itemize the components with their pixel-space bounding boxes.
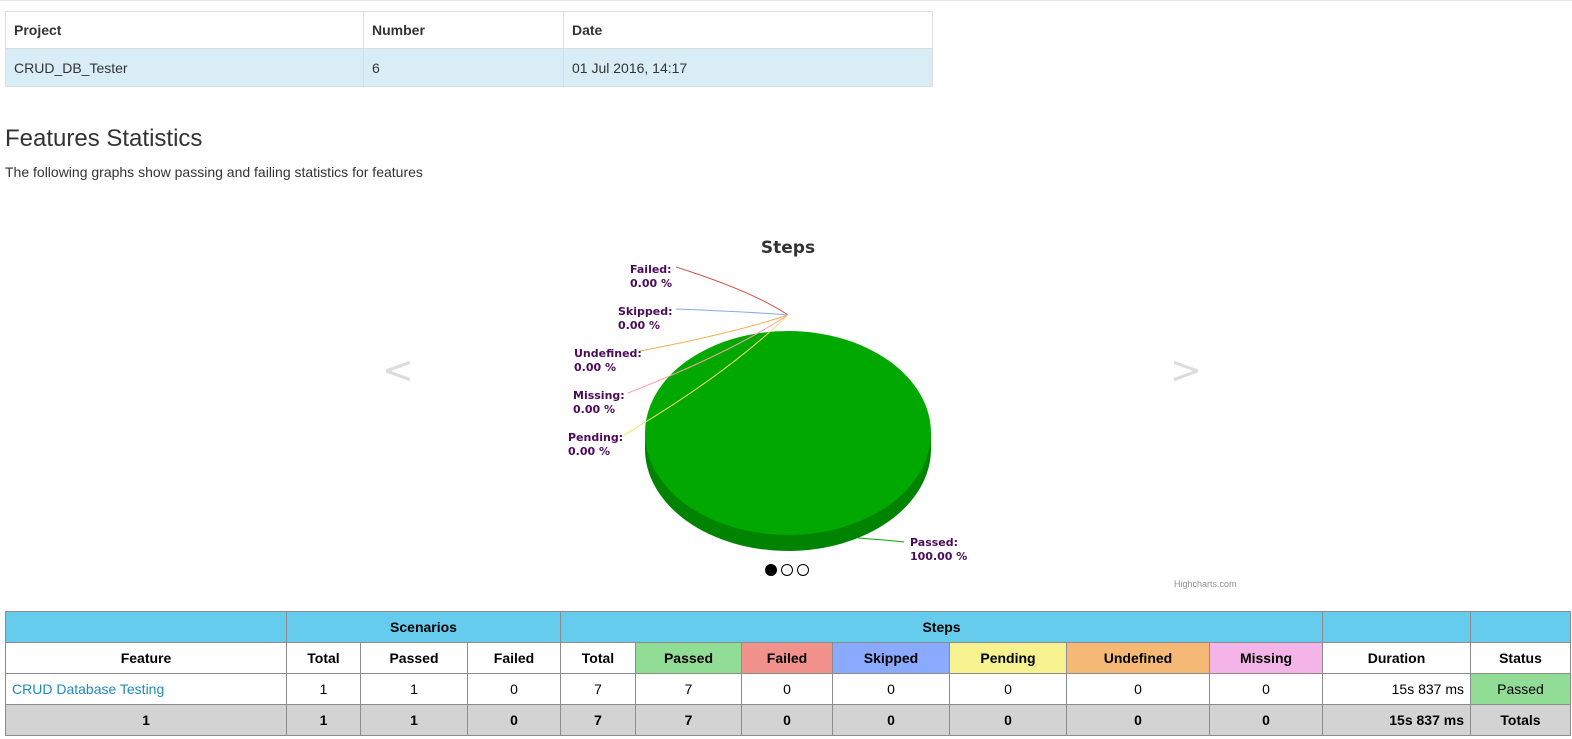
steps-pending-cell: 0 xyxy=(949,673,1067,705)
steps-undefined-header[interactable]: Undefined xyxy=(1066,642,1210,674)
carousel-next-button[interactable]: > xyxy=(1170,351,1202,389)
connector-failed xyxy=(675,266,789,316)
totals-steps-passed: 7 xyxy=(635,704,742,736)
pie-label-skipped: Skipped: xyxy=(618,305,673,318)
totals-steps-total: 7 xyxy=(560,704,636,736)
table-row: CRUD Database Testing 1 1 0 7 7 0 0 0 0 … xyxy=(5,673,1571,705)
status-header[interactable]: Status xyxy=(1470,642,1571,674)
carousel-dot-3[interactable] xyxy=(797,564,809,576)
pie-label-passed: Passed: xyxy=(910,536,958,549)
highcharts-credits-link[interactable]: Highcharts.com xyxy=(1174,579,1237,589)
pie-value-passed: 100.00 % xyxy=(910,550,967,563)
feature-link[interactable]: CRUD Database Testing xyxy=(12,681,164,697)
scenarios-group-header: Scenarios xyxy=(286,611,561,643)
connector-skipped xyxy=(675,308,789,316)
column-header-row: Feature Total Passed Failed Total Passed… xyxy=(5,642,1571,674)
duration-header[interactable]: Duration xyxy=(1322,642,1471,674)
steps-pie-chart: Steps Passed:100.00 %Failed:0.00 %Skippe… xyxy=(568,238,967,563)
totals-steps-failed: 0 xyxy=(741,704,833,736)
scenarios-passed-cell: 1 xyxy=(360,673,468,705)
carousel-indicators xyxy=(765,564,809,576)
build-date: 01 Jul 2016, 14:17 xyxy=(563,48,933,87)
number-header: Number xyxy=(363,11,564,49)
totals-row: 1 1 1 0 7 7 0 0 0 0 0 15s 837 ms Totals xyxy=(5,704,1571,736)
pie-value-skipped: 0.00 % xyxy=(618,319,660,332)
feature-cell: CRUD Database Testing xyxy=(5,673,287,705)
pie-slice-passed[interactable] xyxy=(645,331,931,535)
steps-group-header: Steps xyxy=(560,611,1323,643)
steps-missing-header[interactable]: Missing xyxy=(1209,642,1323,674)
pie-value-failed: 0.00 % xyxy=(630,277,672,290)
scenarios-failed-cell: 0 xyxy=(467,673,561,705)
build-number: 6 xyxy=(363,48,564,87)
pie-group xyxy=(645,331,931,551)
group-header-empty-2 xyxy=(1322,611,1471,643)
chart-title: Steps xyxy=(761,238,815,258)
totals-label: Totals xyxy=(1470,704,1571,736)
pie-label-missing: Missing: xyxy=(573,389,625,402)
scenarios-passed-header[interactable]: Passed xyxy=(360,642,468,674)
steps-pending-header[interactable]: Pending xyxy=(949,642,1067,674)
totals-scenarios-failed: 0 xyxy=(467,704,561,736)
totals-steps-skipped: 0 xyxy=(832,704,950,736)
carousel-prev-button[interactable]: < xyxy=(382,351,414,389)
scenarios-total-header[interactable]: Total xyxy=(286,642,361,674)
group-header-empty-3 xyxy=(1470,611,1571,643)
project-info-header-row: Project Number Date xyxy=(5,11,933,49)
steps-passed-header[interactable]: Passed xyxy=(635,642,742,674)
steps-failed-header[interactable]: Failed xyxy=(741,642,833,674)
steps-missing-cell: 0 xyxy=(1209,673,1323,705)
scenarios-failed-header[interactable]: Failed xyxy=(467,642,561,674)
pie-label-undefined: Undefined: xyxy=(574,347,642,360)
steps-undefined-cell: 0 xyxy=(1066,673,1210,705)
project-info-table: Project Number Date CRUD_DB_Tester 6 01 … xyxy=(5,11,933,87)
pie-value-missing: 0.00 % xyxy=(573,403,615,416)
page-title: Features Statistics xyxy=(5,125,203,152)
steps-passed-cell: 7 xyxy=(635,673,742,705)
totals-duration: 15s 837 ms xyxy=(1322,704,1471,736)
connector-passed xyxy=(857,537,905,543)
totals-scenarios-total: 1 xyxy=(286,704,361,736)
pie-value-undefined: 0.00 % xyxy=(574,361,616,374)
steps-skipped-header[interactable]: Skipped xyxy=(832,642,950,674)
carousel-dot-2[interactable] xyxy=(781,564,793,576)
totals-feature-count: 1 xyxy=(5,704,287,736)
steps-total-cell: 7 xyxy=(560,673,636,705)
scenarios-total-cell: 1 xyxy=(286,673,361,705)
carousel-dot-1[interactable] xyxy=(765,564,777,576)
date-header: Date xyxy=(563,11,933,49)
pie-value-pending: 0.00 % xyxy=(568,445,610,458)
totals-steps-undefined: 0 xyxy=(1066,704,1210,736)
status-badge: Passed xyxy=(1470,673,1571,705)
group-header-row: Scenarios Steps xyxy=(5,611,1571,643)
steps-skipped-cell: 0 xyxy=(832,673,950,705)
totals-steps-missing: 0 xyxy=(1209,704,1323,736)
feature-column-header[interactable]: Feature xyxy=(5,642,287,674)
project-info-row: CRUD_DB_Tester 6 01 Jul 2016, 14:17 xyxy=(5,48,933,87)
pie-label-failed: Failed: xyxy=(630,263,672,276)
project-header: Project xyxy=(5,11,364,49)
pie-label-pending: Pending: xyxy=(568,431,623,444)
totals-scenarios-passed: 1 xyxy=(360,704,468,736)
duration-cell: 15s 837 ms xyxy=(1322,673,1471,705)
project-name: CRUD_DB_Tester xyxy=(5,48,364,87)
steps-total-header[interactable]: Total xyxy=(560,642,636,674)
page-description: The following graphs show passing and fa… xyxy=(5,164,423,180)
group-header-empty xyxy=(5,611,287,643)
totals-steps-pending: 0 xyxy=(949,704,1067,736)
feature-stats-table: Scenarios Steps Feature Total Passed Fai… xyxy=(5,611,1571,736)
steps-failed-cell: 0 xyxy=(741,673,833,705)
